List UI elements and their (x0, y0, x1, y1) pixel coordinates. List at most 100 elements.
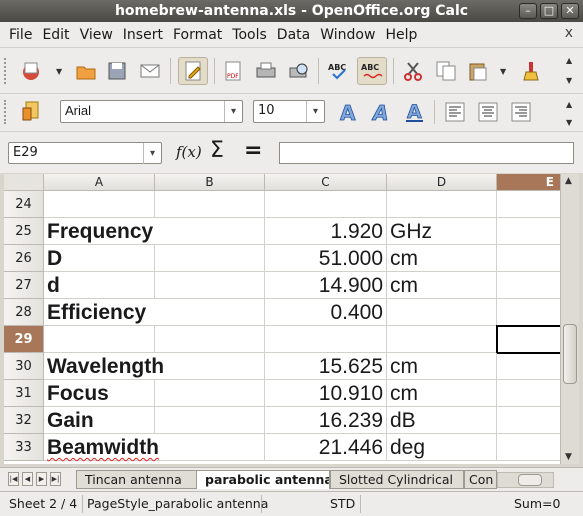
cell-a29[interactable] (44, 326, 155, 353)
cell-d30[interactable]: cm (387, 353, 497, 380)
align-left-icon[interactable] (442, 99, 468, 125)
open-icon[interactable] (73, 58, 99, 84)
sheet-tab-parabolic[interactable]: parabolic antenna (196, 470, 330, 489)
cell-c26[interactable]: 51.000 (265, 245, 387, 272)
menu-window[interactable]: Window (315, 27, 380, 43)
row-header-32[interactable]: 32 (4, 407, 44, 434)
scroll-down-arrow[interactable]: ▼ (565, 452, 572, 462)
cell-c32[interactable]: 16.239 (265, 407, 387, 434)
cell-a31[interactable]: Focus (44, 380, 155, 407)
menu-edit[interactable]: Edit (37, 27, 74, 43)
sum-button[interactable]: Σ (210, 138, 224, 163)
styles-formatting-icon[interactable] (18, 98, 44, 124)
cell-a24[interactable] (44, 191, 155, 218)
cell-b25[interactable] (155, 218, 265, 245)
paste-icon[interactable] (465, 58, 491, 84)
column-header-c[interactable]: C (265, 174, 387, 191)
name-box[interactable]: E29 ▾ (8, 142, 162, 164)
toolbar-grip[interactable] (4, 100, 8, 124)
formula-input[interactable] (279, 142, 574, 164)
column-header-a[interactable]: A (44, 174, 155, 191)
sheet-tab-tincan[interactable]: Tincan antenna (76, 470, 198, 489)
cell-e27[interactable] (497, 272, 560, 299)
sheet-tab-slotted[interactable]: Slotted Cylindrical (330, 470, 464, 489)
toolbar-scroll-down[interactable]: ▼ (566, 118, 572, 127)
column-header-b[interactable]: B (155, 174, 265, 191)
print-icon[interactable] (253, 58, 279, 84)
cell-e24[interactable] (497, 191, 560, 218)
cell-d33[interactable]: deg (387, 434, 497, 461)
save-icon[interactable] (104, 58, 130, 84)
menu-insert[interactable]: Insert (118, 27, 168, 43)
cell-b32[interactable] (155, 407, 265, 434)
italic-icon[interactable]: A (369, 99, 395, 125)
minimize-button[interactable]: – (519, 3, 537, 19)
function-button[interactable]: = (244, 138, 262, 163)
cell-c28[interactable]: 0.400 (265, 299, 387, 326)
horizontal-scrollbar[interactable] (497, 472, 554, 488)
toolbar-scroll-up[interactable]: ▲ (566, 56, 572, 65)
cell-b33[interactable] (155, 434, 265, 461)
cell-a32[interactable]: Gain (44, 407, 155, 434)
cell-b24[interactable] (155, 191, 265, 218)
cell-d24[interactable] (387, 191, 497, 218)
cell-e26[interactable] (497, 245, 560, 272)
cell-e28[interactable] (497, 299, 560, 326)
close-document-icon[interactable]: x (565, 25, 573, 41)
cell-e33[interactable] (497, 434, 560, 461)
cell-c30[interactable]: 15.625 (265, 353, 387, 380)
status-mode[interactable]: STD (325, 495, 362, 513)
underline-icon[interactable]: A (402, 99, 428, 125)
cell-c29[interactable] (265, 326, 387, 353)
row-header-25[interactable]: 25 (4, 218, 44, 245)
column-header-e[interactable]: E (497, 174, 560, 191)
cell-b27[interactable] (155, 272, 265, 299)
chevron-down-icon[interactable]: ▾ (143, 143, 161, 164)
scroll-up-arrow[interactable]: ▲ (565, 176, 572, 186)
menu-view[interactable]: View (75, 27, 118, 43)
row-header-29[interactable]: 29 (4, 326, 44, 353)
row-header-27[interactable]: 27 (4, 272, 44, 299)
cell-d32[interactable]: dB (387, 407, 497, 434)
font-size-combo[interactable]: 10 ▾ (253, 100, 325, 123)
toolbar-scroll-up[interactable]: ▲ (566, 100, 572, 109)
vertical-scroll-thumb[interactable] (563, 324, 577, 384)
email-icon[interactable] (137, 58, 163, 84)
cell-a30[interactable]: Wavelength (44, 353, 164, 380)
status-page-style[interactable]: PageStyle_parabolic antenna (82, 495, 268, 513)
cell-a28[interactable]: Efficiency (44, 299, 155, 326)
spreadsheet-grid[interactable]: A B C D E 24 25 26 27 28 29 30 31 32 33 … (4, 174, 560, 464)
cell-c25[interactable]: 1.920 (265, 218, 387, 245)
cell-b28[interactable] (155, 299, 265, 326)
menu-tools[interactable]: Tools (227, 27, 272, 43)
clone-formatting-icon[interactable] (518, 58, 544, 84)
cell-d25[interactable]: GHz (387, 218, 497, 245)
align-center-icon[interactable] (475, 99, 501, 125)
cell-d29[interactable] (387, 326, 497, 353)
menu-format[interactable]: Format (168, 27, 227, 43)
row-header-33[interactable]: 33 (4, 434, 44, 461)
menu-file[interactable]: File (4, 27, 37, 43)
cut-icon[interactable] (400, 58, 426, 84)
cell-e31[interactable] (497, 380, 560, 407)
copy-icon[interactable] (433, 58, 459, 84)
function-wizard-button[interactable]: f(x) (176, 143, 202, 161)
cell-e25[interactable] (497, 218, 560, 245)
paste-dropdown-arrow[interactable]: ▼ (500, 67, 506, 76)
cell-a33[interactable]: Beamwidth (44, 434, 159, 461)
cell-b29[interactable] (155, 326, 265, 353)
print-preview-icon[interactable] (286, 58, 312, 84)
toolbar-scroll-down[interactable]: ▼ (566, 76, 572, 85)
cell-e29-cursor[interactable] (496, 325, 560, 354)
align-right-icon[interactable] (508, 99, 534, 125)
cell-b31[interactable] (155, 380, 265, 407)
row-header-24[interactable]: 24 (4, 191, 44, 218)
cell-c24[interactable] (265, 191, 387, 218)
prev-sheet-button[interactable]: ◀ (22, 472, 33, 486)
menu-data[interactable]: Data (272, 27, 315, 43)
cell-e32[interactable] (497, 407, 560, 434)
horizontal-scroll-thumb[interactable] (518, 474, 542, 486)
cell-c27[interactable]: 14.900 (265, 272, 387, 299)
cell-d28[interactable] (387, 299, 497, 326)
spellcheck-icon[interactable]: ABC (326, 58, 352, 84)
